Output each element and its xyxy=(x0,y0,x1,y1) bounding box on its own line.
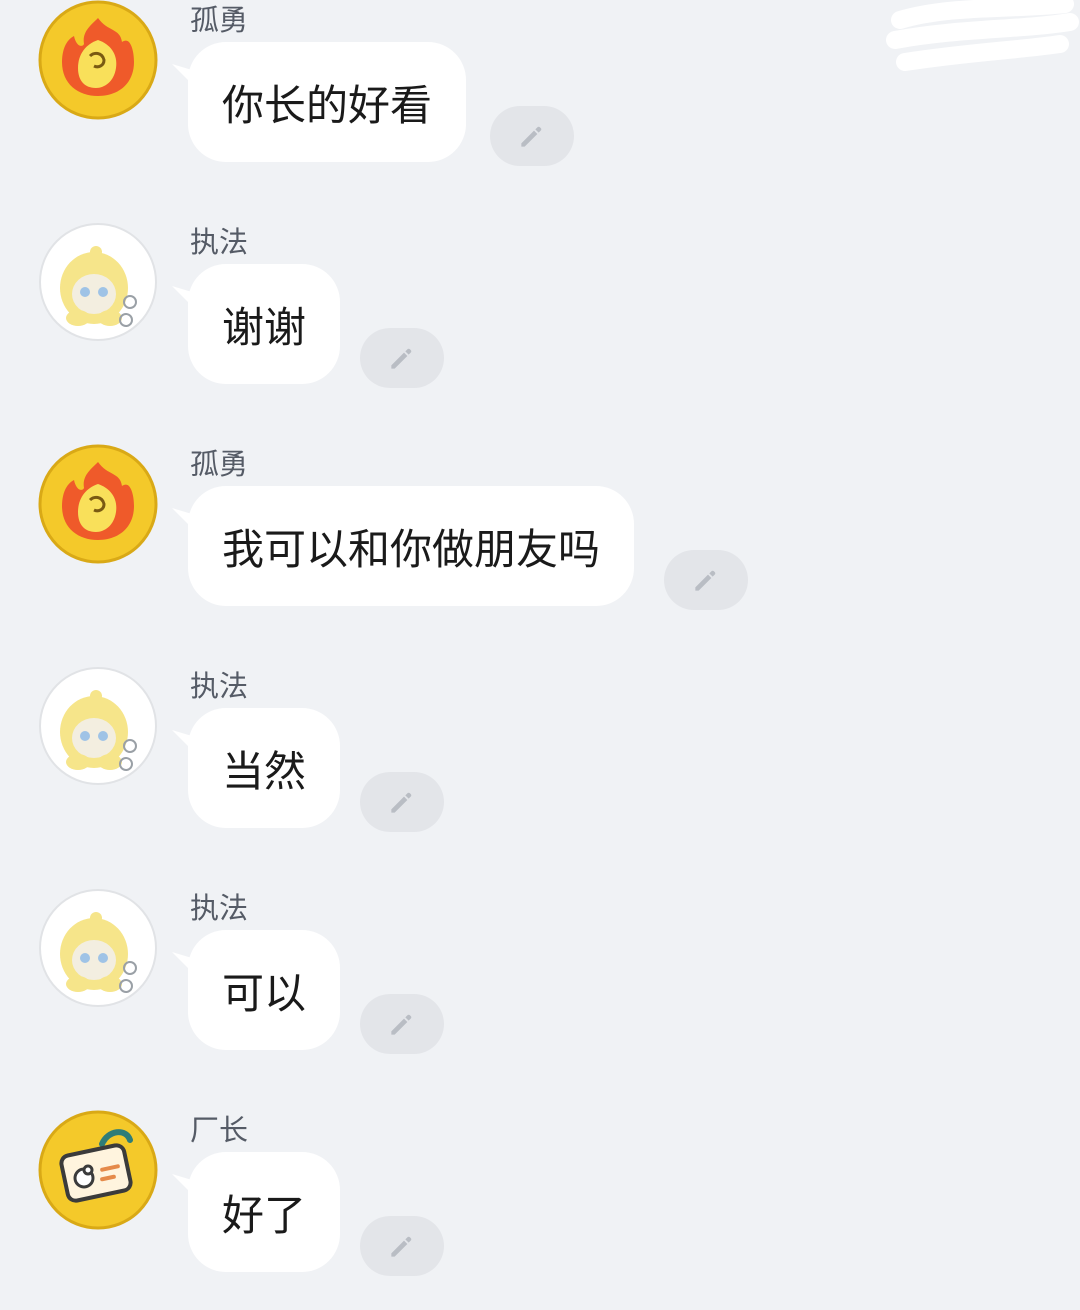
pencil-icon xyxy=(391,792,412,813)
message-item: 执法 可以 xyxy=(0,888,1080,1088)
sender-name: 执法 xyxy=(190,225,249,259)
flame-avatar[interactable] xyxy=(38,444,158,564)
edit-button[interactable] xyxy=(360,772,444,832)
message-bubble[interactable]: 当然 xyxy=(188,708,341,828)
message-bubble[interactable]: 谢谢 xyxy=(188,264,341,384)
sender-name: 执法 xyxy=(190,891,249,925)
edit-button[interactable] xyxy=(490,106,574,166)
edit-button[interactable] xyxy=(664,550,748,610)
yellow-hood-character-avatar[interactable] xyxy=(38,888,158,1008)
chat-message-list: 孤勇 你长的好看 执法 谢谢 孤勇 我可以和你做朋友吗 执法 当然 执法 可以 … xyxy=(0,0,1080,1294)
edit-button[interactable] xyxy=(360,1216,444,1276)
yellow-hood-character-avatar[interactable] xyxy=(38,222,158,342)
pencil-icon xyxy=(391,1236,412,1257)
edit-button[interactable] xyxy=(360,328,444,388)
flame-avatar[interactable] xyxy=(38,0,158,120)
edit-button[interactable] xyxy=(360,994,444,1054)
redaction-scribble xyxy=(886,0,1079,71)
yellow-hood-character-avatar[interactable] xyxy=(38,666,158,786)
message-bubble[interactable]: 你长的好看 xyxy=(188,42,467,162)
message-item: 执法 谢谢 xyxy=(0,222,1080,422)
sender-name: 执法 xyxy=(190,669,249,703)
message-bubble[interactable]: 可以 xyxy=(188,930,341,1050)
sender-name: 孤勇 xyxy=(190,3,249,37)
message-item: 执法 当然 xyxy=(0,666,1080,866)
id-badge-avatar[interactable] xyxy=(38,1110,158,1230)
message-item: 厂长 好了 xyxy=(0,1110,1080,1310)
pencil-icon xyxy=(391,1014,412,1035)
sender-name: 孤勇 xyxy=(190,447,249,481)
message-bubble[interactable]: 我可以和你做朋友吗 xyxy=(188,486,635,606)
pencil-icon xyxy=(391,348,412,369)
message-bubble[interactable]: 好了 xyxy=(188,1152,341,1272)
pencil-icon xyxy=(695,570,716,591)
sender-name: 厂长 xyxy=(190,1113,249,1147)
pencil-icon xyxy=(521,126,542,147)
message-item: 孤勇 我可以和你做朋友吗 xyxy=(0,444,1080,644)
